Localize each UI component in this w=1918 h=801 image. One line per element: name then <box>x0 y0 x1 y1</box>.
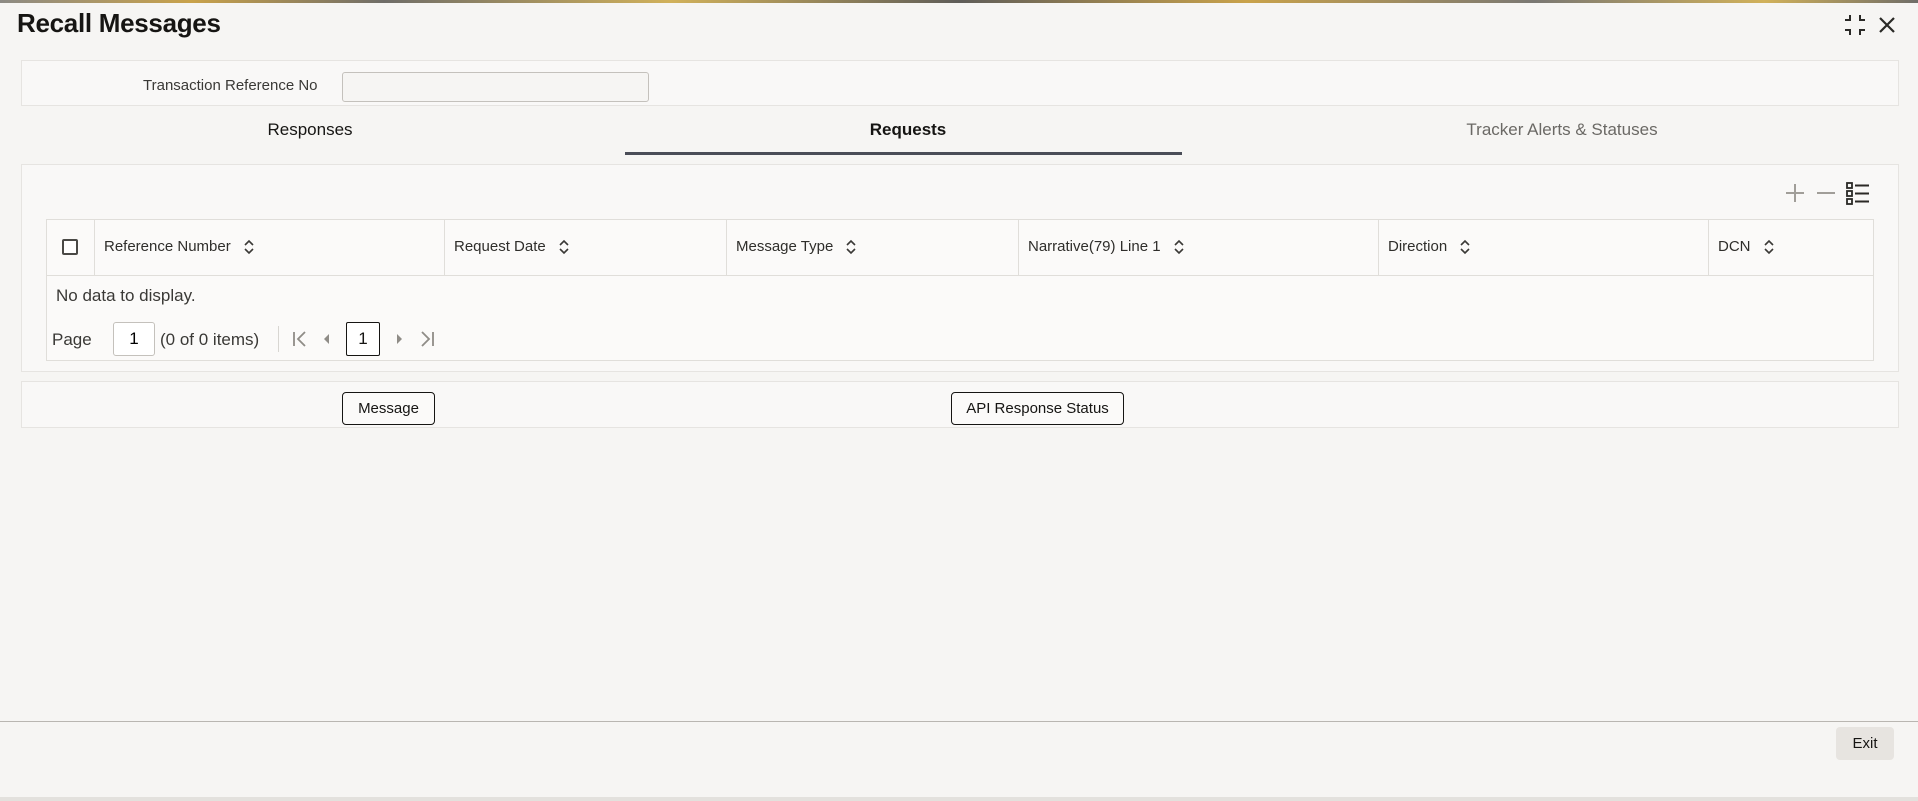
txn-ref-input[interactable] <box>342 72 649 102</box>
restore-icon[interactable] <box>1842 12 1868 38</box>
sort-icon[interactable] <box>845 239 857 255</box>
footer-divider <box>0 721 1918 722</box>
sort-icon[interactable] <box>1459 239 1471 255</box>
col-label: Request Date <box>454 238 546 255</box>
page-number-input[interactable] <box>113 322 155 356</box>
col-label: Direction <box>1388 238 1448 255</box>
table-header: Reference Number Request Date Message Ty… <box>47 220 1873 276</box>
col-message-type[interactable]: Message Type <box>727 220 1019 275</box>
sort-icon[interactable] <box>1763 239 1775 255</box>
empty-table-message: No data to display. <box>56 286 196 305</box>
header-panel: Transaction Reference No <box>21 60 1899 106</box>
col-label: Reference Number <box>104 238 231 255</box>
col-label: DCN <box>1718 238 1751 255</box>
api-response-status-button[interactable]: API Response Status <box>951 392 1124 425</box>
first-page-icon[interactable] <box>289 328 311 350</box>
col-direction[interactable]: Direction <box>1379 220 1709 275</box>
pager-divider <box>278 326 279 352</box>
page-label: Page <box>52 330 92 349</box>
select-all-checkbox[interactable] <box>62 239 78 255</box>
col-label: Narrative(79) Line 1 <box>1028 238 1161 255</box>
sort-icon[interactable] <box>243 239 255 255</box>
prev-page-icon[interactable] <box>316 328 338 350</box>
col-reference-number[interactable]: Reference Number <box>95 220 445 275</box>
exit-button[interactable]: Exit <box>1836 727 1894 760</box>
bottom-strip <box>0 797 1918 801</box>
col-dcn[interactable]: DCN <box>1709 220 1873 275</box>
tab-responses[interactable]: Responses <box>210 120 410 140</box>
col-narrative[interactable]: Narrative(79) Line 1 <box>1019 220 1379 275</box>
sort-icon[interactable] <box>1173 239 1185 255</box>
delete-row-icon[interactable] <box>1811 178 1841 208</box>
pagination: Page (0 of 0 items) 1 <box>52 322 552 356</box>
active-tab-indicator <box>625 152 1182 155</box>
tab-tracker-alerts[interactable]: Tracker Alerts & Statuses <box>1412 120 1712 140</box>
sort-icon[interactable] <box>558 239 570 255</box>
close-icon[interactable] <box>1874 12 1900 38</box>
tab-requests[interactable]: Requests <box>808 120 1008 140</box>
items-summary: (0 of 0 items) <box>160 330 260 349</box>
col-request-date[interactable]: Request Date <box>445 220 727 275</box>
next-page-icon[interactable] <box>388 328 410 350</box>
message-button[interactable]: Message <box>342 392 435 425</box>
col-label: Message Type <box>736 238 834 255</box>
add-row-icon[interactable] <box>1780 178 1810 208</box>
last-page-icon[interactable] <box>416 328 438 350</box>
select-all-cell <box>47 220 95 275</box>
top-decor-strip <box>0 0 1918 3</box>
current-page-button[interactable]: 1 <box>346 322 380 356</box>
column-list-icon[interactable] <box>1843 178 1873 208</box>
requests-table: Reference Number Request Date Message Ty… <box>46 219 1874 361</box>
window-title: Recall Messages <box>17 8 221 38</box>
txn-ref-label: Transaction Reference No <box>143 77 318 94</box>
